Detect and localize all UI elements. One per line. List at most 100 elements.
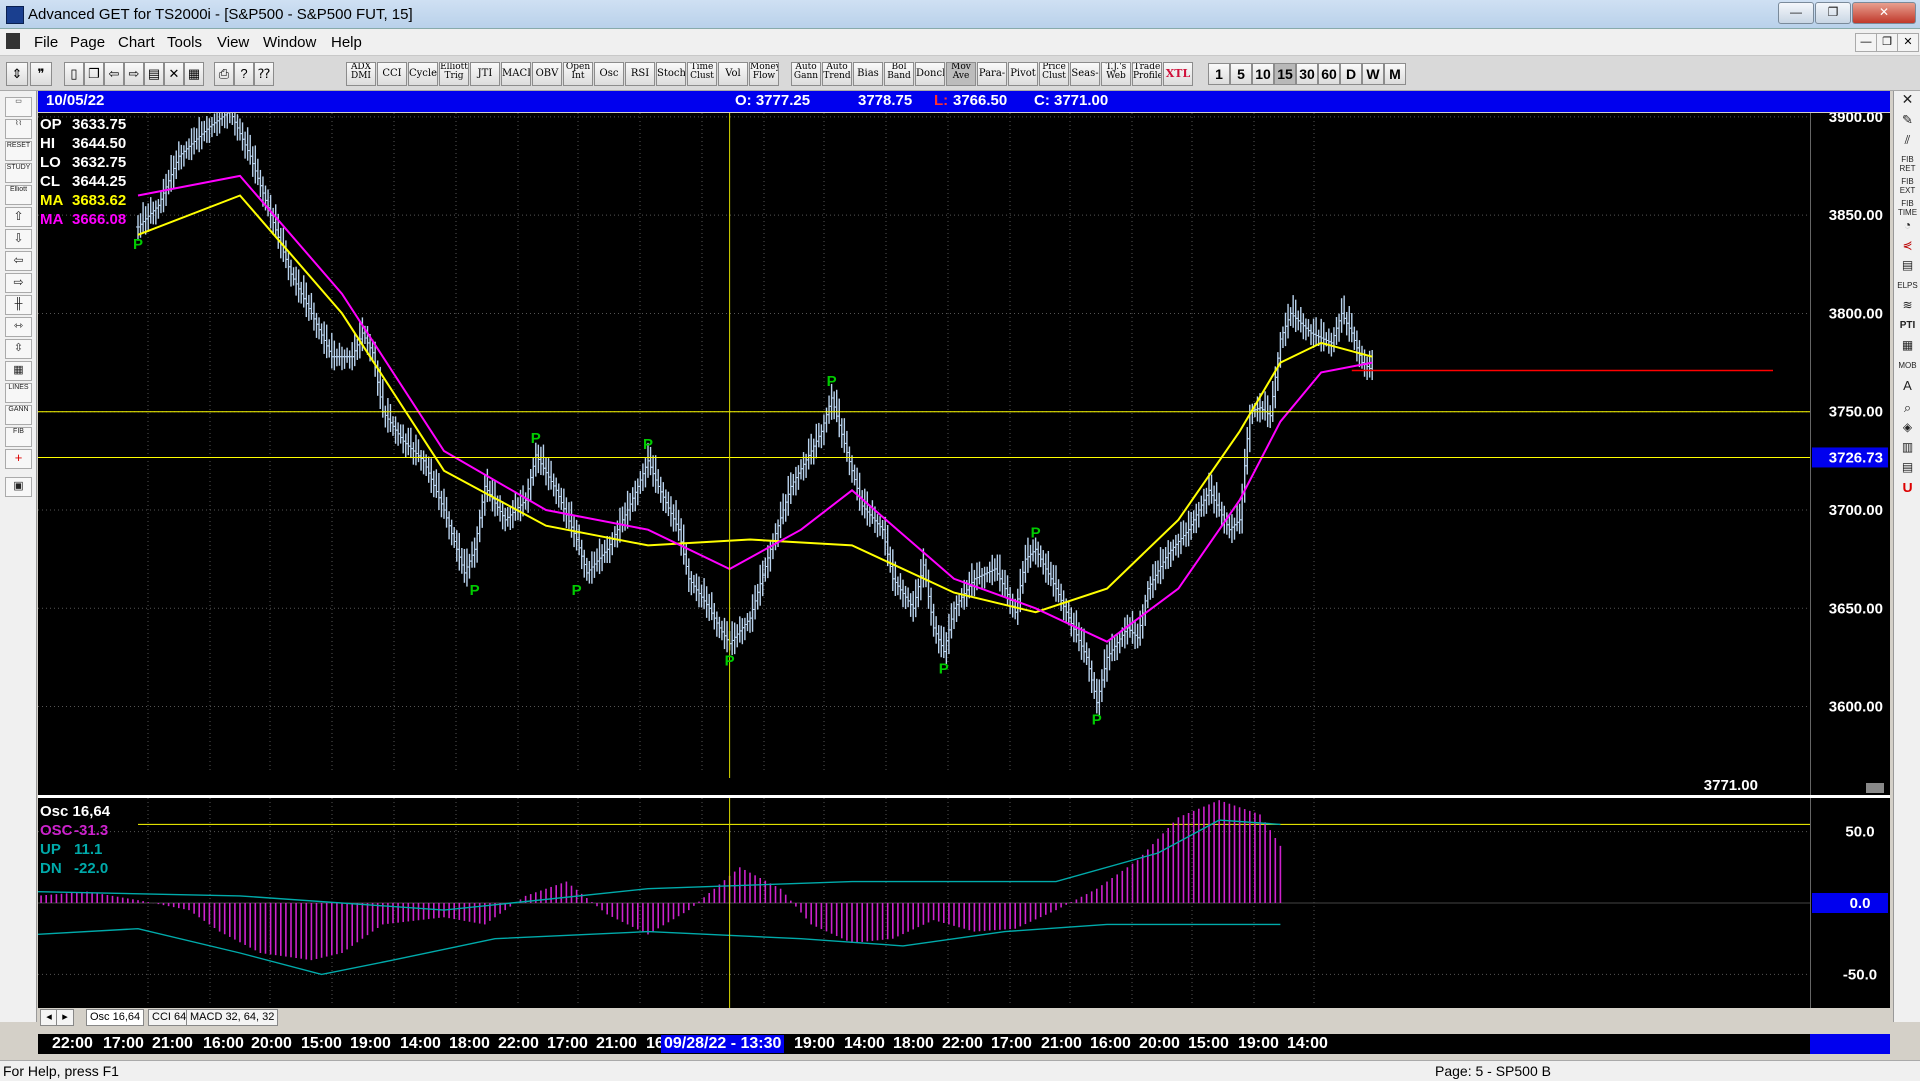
grid-icon[interactable]: ▦	[184, 62, 204, 86]
page-icon[interactable]: ▣	[5, 477, 32, 497]
timeframe-w[interactable]: W	[1362, 63, 1384, 85]
arrow-down-icon[interactable]: ⇩	[5, 229, 32, 249]
table-icon[interactable]: ▦	[5, 361, 32, 381]
fib-icon[interactable]: FIB	[5, 427, 32, 447]
arrow-up-icon[interactable]: ⇧	[5, 207, 32, 227]
tab-osc[interactable]: Osc 16,64	[86, 1009, 145, 1026]
wave-icon[interactable]: ≋	[1897, 301, 1918, 319]
channel-icon[interactable]: ⫽	[1897, 135, 1918, 153]
study-button-adx-dmi[interactable]: ADX DMI	[346, 62, 376, 86]
gann-fan-icon[interactable]: GANN	[5, 405, 32, 425]
timeframe-1[interactable]: 1	[1208, 63, 1230, 85]
ellipse-icon[interactable]: ELPS	[1897, 281, 1918, 299]
layout-icon[interactable]: ▤	[144, 62, 164, 86]
timeframe-10[interactable]: 10	[1252, 63, 1274, 85]
list-icon[interactable]: ▤	[1897, 463, 1918, 481]
study-button-trade-profile[interactable]: Trade Profile	[1132, 62, 1162, 86]
study-button-pivot[interactable]: Pivot	[1008, 62, 1038, 86]
timeframe-5[interactable]: 5	[1230, 63, 1252, 85]
grid-tool-icon[interactable]: ▦	[1897, 341, 1918, 359]
elliott-icon[interactable]: Elliott	[5, 185, 32, 205]
tab-cci[interactable]: CCI 64	[148, 1009, 191, 1026]
study-button-obv[interactable]: OBV	[532, 62, 562, 86]
study-button-time-clust[interactable]: Time Clust	[687, 62, 717, 86]
menu-window[interactable]: Window	[263, 34, 316, 51]
pitchfork-icon[interactable]: ╫	[5, 295, 32, 315]
study-button-open-int[interactable]: Open Int	[563, 62, 593, 86]
context-help-icon[interactable]: ⁇	[254, 62, 274, 86]
arrow-right-icon[interactable]: ⇨	[5, 273, 32, 293]
study-button-cycles[interactable]: Cycles	[408, 62, 438, 86]
study-button-elliott-trig[interactable]: Elliott Trig	[439, 62, 469, 86]
study-button-money-flow[interactable]: Money Flow	[749, 62, 779, 86]
child-restore-button[interactable]: ❐	[1876, 33, 1898, 52]
study-button-donch[interactable]: Donch	[915, 62, 945, 86]
lines-icon[interactable]: LINES	[5, 383, 32, 403]
study-button-cci[interactable]: CCI	[377, 62, 407, 86]
timeframe-15[interactable]: 15	[1274, 63, 1296, 85]
fan-icon[interactable]: ⋞	[1897, 241, 1918, 259]
study-button-bias[interactable]: Bias	[853, 62, 883, 86]
fit-icon[interactable]: ⇳	[5, 339, 32, 359]
study-icon[interactable]: STUDY	[5, 163, 32, 183]
forward-icon[interactable]: ⇨	[124, 62, 144, 86]
study-button-vol[interactable]: Vol	[718, 62, 748, 86]
quote-icon[interactable]: ❞	[30, 62, 52, 86]
text-icon[interactable]: A	[1897, 381, 1918, 399]
menu-view[interactable]: View	[217, 34, 249, 51]
fib-ret-icon[interactable]: FIB RET	[1897, 155, 1918, 173]
menu-page[interactable]: Page	[70, 34, 105, 51]
price-chart[interactable]: P P P P P P P P P P 3900.00 3850.00 3800.00 3750.00 37…	[38, 94, 1890, 795]
open-icon[interactable]: ▭	[5, 97, 32, 117]
print-icon[interactable]: ⎙	[214, 62, 234, 86]
u-icon[interactable]: U	[1897, 483, 1918, 501]
arc-icon[interactable]: ◔	[1897, 221, 1918, 239]
timeframe-30[interactable]: 30	[1296, 63, 1318, 85]
menu-help[interactable]: Help	[331, 34, 362, 51]
fib-ext-icon[interactable]: FIB EXT	[1897, 177, 1918, 195]
minimize-button[interactable]: —	[1778, 2, 1814, 24]
close-button[interactable]: ✕	[1852, 2, 1916, 24]
study-button-bol-band[interactable]: Bol Band	[884, 62, 914, 86]
back-icon[interactable]: ⇦	[104, 62, 124, 86]
study-button-stoch[interactable]: Stoch	[656, 62, 686, 86]
child-close-button[interactable]: ✕	[1897, 33, 1919, 52]
timeframe-m[interactable]: M	[1384, 63, 1406, 85]
mob-icon[interactable]: MOB	[1897, 361, 1918, 379]
timeframe-d[interactable]: D	[1340, 63, 1362, 85]
box-icon[interactable]: ▤	[1897, 261, 1918, 279]
timeframe-60[interactable]: 60	[1318, 63, 1340, 85]
study-button-xtl[interactable]: XTL	[1163, 62, 1193, 86]
study-button-macd[interactable]: MACD	[501, 62, 531, 86]
reset-icon[interactable]: RESET	[5, 141, 32, 161]
delete-icon[interactable]: ✕	[164, 62, 184, 86]
study-button-rsi[interactable]: RSI	[625, 62, 655, 86]
maximize-button[interactable]: ❐	[1815, 2, 1851, 24]
expand-icon[interactable]: ⇿	[5, 317, 32, 337]
gann-icon[interactable]: ⌇⌇	[5, 119, 32, 139]
study-button-jti[interactable]: JTI	[470, 62, 500, 86]
study-button-mov-ave[interactable]: Mov Ave	[946, 62, 976, 86]
oscillator-pane[interactable]: 50.0 0.0 -50.0 Osc 16,64 OSC-31.3 UP 11.1 D…	[35, 798, 1890, 1008]
child-minimize-button[interactable]: —	[1855, 33, 1877, 52]
arrow-left-icon[interactable]: ⇦	[5, 251, 32, 271]
crosshair-icon[interactable]: +	[5, 449, 32, 469]
pencil-icon[interactable]: ✎	[1897, 115, 1918, 133]
study-button-auto-trend[interactable]: Auto Trend	[822, 62, 852, 86]
help-icon[interactable]: ?	[234, 62, 254, 86]
price-chart-svg[interactable]: P P P P P P P P P P 3900.00 3850.00 3800.00 3750.00 37…	[38, 94, 1890, 795]
study-button-para-bolic[interactable]: Para-bolic	[977, 62, 1007, 86]
study-button-seas-onals[interactable]: Seas-onals	[1070, 62, 1100, 86]
study-button-auto-gann[interactable]: Auto Gann	[791, 62, 821, 86]
study-button-t-j-s-web[interactable]: T.J.'s Web	[1101, 62, 1131, 86]
menu-tools[interactable]: Tools	[167, 34, 202, 51]
zoom-icon[interactable]: ⌕	[1897, 403, 1918, 421]
menu-file[interactable]: File	[34, 34, 58, 51]
eraser-icon[interactable]: ◈	[1897, 423, 1918, 441]
fib-time-icon[interactable]: FIB TIME	[1897, 199, 1918, 217]
x-icon[interactable]: ✕	[1897, 95, 1918, 113]
oscillator-svg[interactable]: 50.0 0.0 -50.0	[35, 798, 1890, 1008]
copy-icon[interactable]: ❐	[84, 62, 104, 86]
layers-icon[interactable]: ▥	[1897, 443, 1918, 461]
pti-icon[interactable]: PTI	[1897, 321, 1918, 339]
